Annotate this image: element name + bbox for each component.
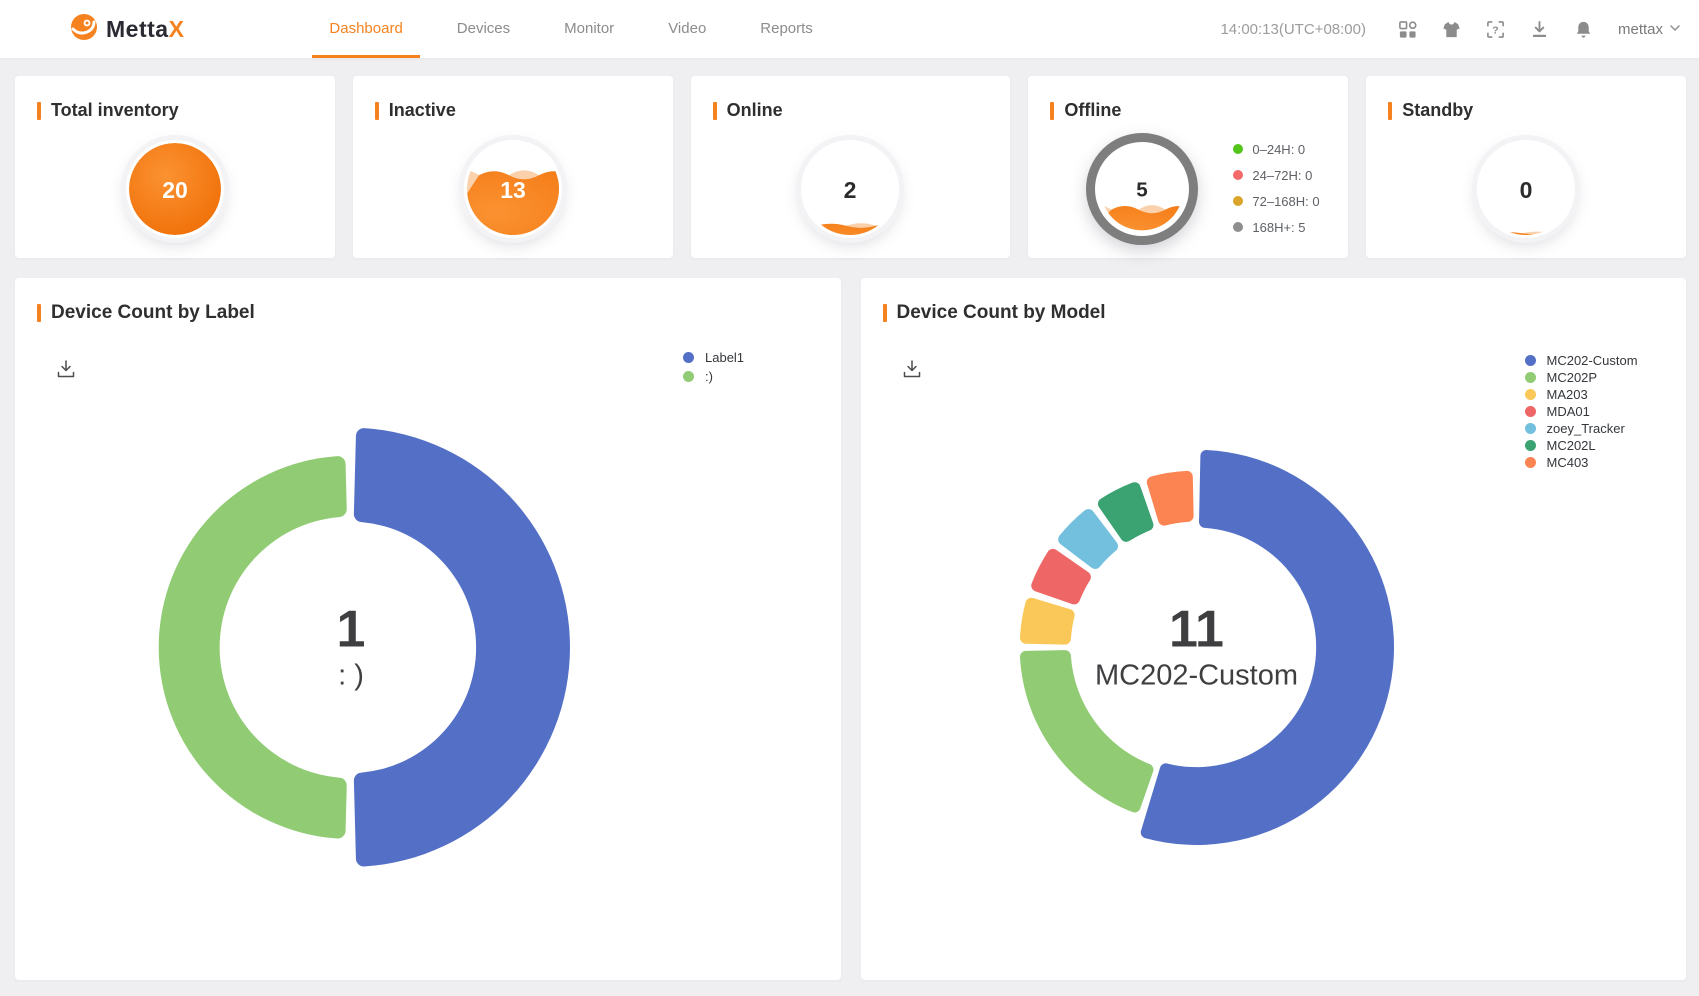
clock: 14:00:13(UTC+08:00) bbox=[1220, 21, 1366, 38]
stat-card-offline: Offline 5 0–24H: 0 24–72H: 0 72–168H: 0 … bbox=[1028, 76, 1348, 258]
chart-panels-row: Device Count by Label Label1 :) 1 : ) De… bbox=[15, 278, 1686, 980]
nav-tab-reports[interactable]: Reports bbox=[743, 0, 830, 58]
user-menu[interactable]: mettax bbox=[1618, 21, 1681, 38]
nav-tab-devices[interactable]: Devices bbox=[440, 0, 527, 58]
title-accent-bar bbox=[1050, 102, 1054, 120]
svg-text:2: 2 bbox=[844, 177, 857, 203]
theme-shirt-icon[interactable] bbox=[1442, 19, 1462, 39]
top-header: MettaX Dashboard Devices Monitor Video Repor… bbox=[0, 0, 1699, 58]
legend-dot bbox=[1233, 170, 1243, 180]
donut-segment-Label1[interactable] bbox=[354, 428, 570, 866]
liquid-gauge: 20 bbox=[126, 140, 224, 238]
liquid-gauge: 13 bbox=[464, 140, 562, 238]
panel-device-count-by-label: Device Count by Label Label1 :) 1 : ) bbox=[15, 278, 841, 980]
card-title: Offline bbox=[1050, 100, 1121, 121]
stat-card-standby: Standby 0 bbox=[1366, 76, 1686, 258]
legend-item: 168H+: 5 bbox=[1233, 214, 1319, 240]
svg-text:13: 13 bbox=[500, 177, 526, 203]
title-accent-bar bbox=[375, 102, 379, 120]
main-nav: Dashboard Devices Monitor Video Reports bbox=[302, 0, 839, 58]
legend-item: 24–72H: 0 bbox=[1233, 162, 1319, 188]
user-name: mettax bbox=[1618, 21, 1663, 38]
title-accent-bar bbox=[713, 102, 717, 120]
card-title: Standby bbox=[1388, 100, 1473, 121]
notification-bell-icon[interactable] bbox=[1574, 19, 1594, 39]
liquid-gauge: 0 bbox=[1477, 140, 1575, 238]
donut-chart-model[interactable] bbox=[861, 278, 1686, 979]
stat-card-inactive: Inactive 13 bbox=[353, 76, 673, 258]
apps-grid-icon[interactable] bbox=[1398, 19, 1418, 39]
legend-dot bbox=[1233, 196, 1243, 206]
nav-tab-dashboard[interactable]: Dashboard bbox=[312, 0, 419, 58]
donut-segment-MC403[interactable] bbox=[1146, 471, 1193, 526]
brand-logo-icon bbox=[70, 13, 98, 46]
donut-segment-MA203[interactable] bbox=[1019, 598, 1074, 645]
panel-device-count-by-model: Device Count by Model MC202-Custom MC202… bbox=[861, 278, 1687, 980]
legend-item: 0–24H: 0 bbox=[1233, 136, 1319, 162]
card-title: Inactive bbox=[375, 100, 456, 121]
title-accent-bar bbox=[1388, 102, 1392, 120]
donut-segment-MC202P[interactable] bbox=[1019, 650, 1152, 812]
scan-question-icon[interactable]: ? bbox=[1486, 19, 1506, 39]
stat-cards-row: Total inventory 20 Inactive 13 Online bbox=[15, 76, 1686, 258]
brand-logo[interactable]: MettaX bbox=[70, 13, 184, 46]
stat-card-online: Online 2 bbox=[691, 76, 1011, 258]
liquid-gauge: 2 bbox=[801, 140, 899, 238]
svg-text:20: 20 bbox=[162, 177, 188, 203]
svg-text:5: 5 bbox=[1137, 178, 1148, 201]
nav-tab-monitor[interactable]: Monitor bbox=[547, 0, 631, 58]
card-title: Online bbox=[713, 100, 783, 121]
svg-text:?: ? bbox=[1493, 25, 1499, 36]
svg-text:0: 0 bbox=[1520, 177, 1533, 203]
chevron-down-icon bbox=[1669, 21, 1681, 38]
nav-tab-video[interactable]: Video bbox=[651, 0, 723, 58]
card-title: Total inventory bbox=[37, 100, 179, 121]
legend-dot bbox=[1233, 144, 1243, 154]
legend-item: 72–168H: 0 bbox=[1233, 188, 1319, 214]
offline-gauge-ring: 5 bbox=[1086, 133, 1198, 245]
donut-chart-label[interactable] bbox=[15, 278, 840, 979]
stat-card-total-inventory: Total inventory 20 bbox=[15, 76, 335, 258]
brand-name: MettaX bbox=[106, 16, 184, 43]
legend-dot bbox=[1233, 222, 1243, 232]
title-accent-bar bbox=[37, 102, 41, 120]
download-icon[interactable] bbox=[1530, 19, 1550, 39]
offline-age-legend: 0–24H: 0 24–72H: 0 72–168H: 0 168H+: 5 bbox=[1233, 136, 1319, 240]
donut-segment-:)[interactable] bbox=[159, 456, 347, 838]
